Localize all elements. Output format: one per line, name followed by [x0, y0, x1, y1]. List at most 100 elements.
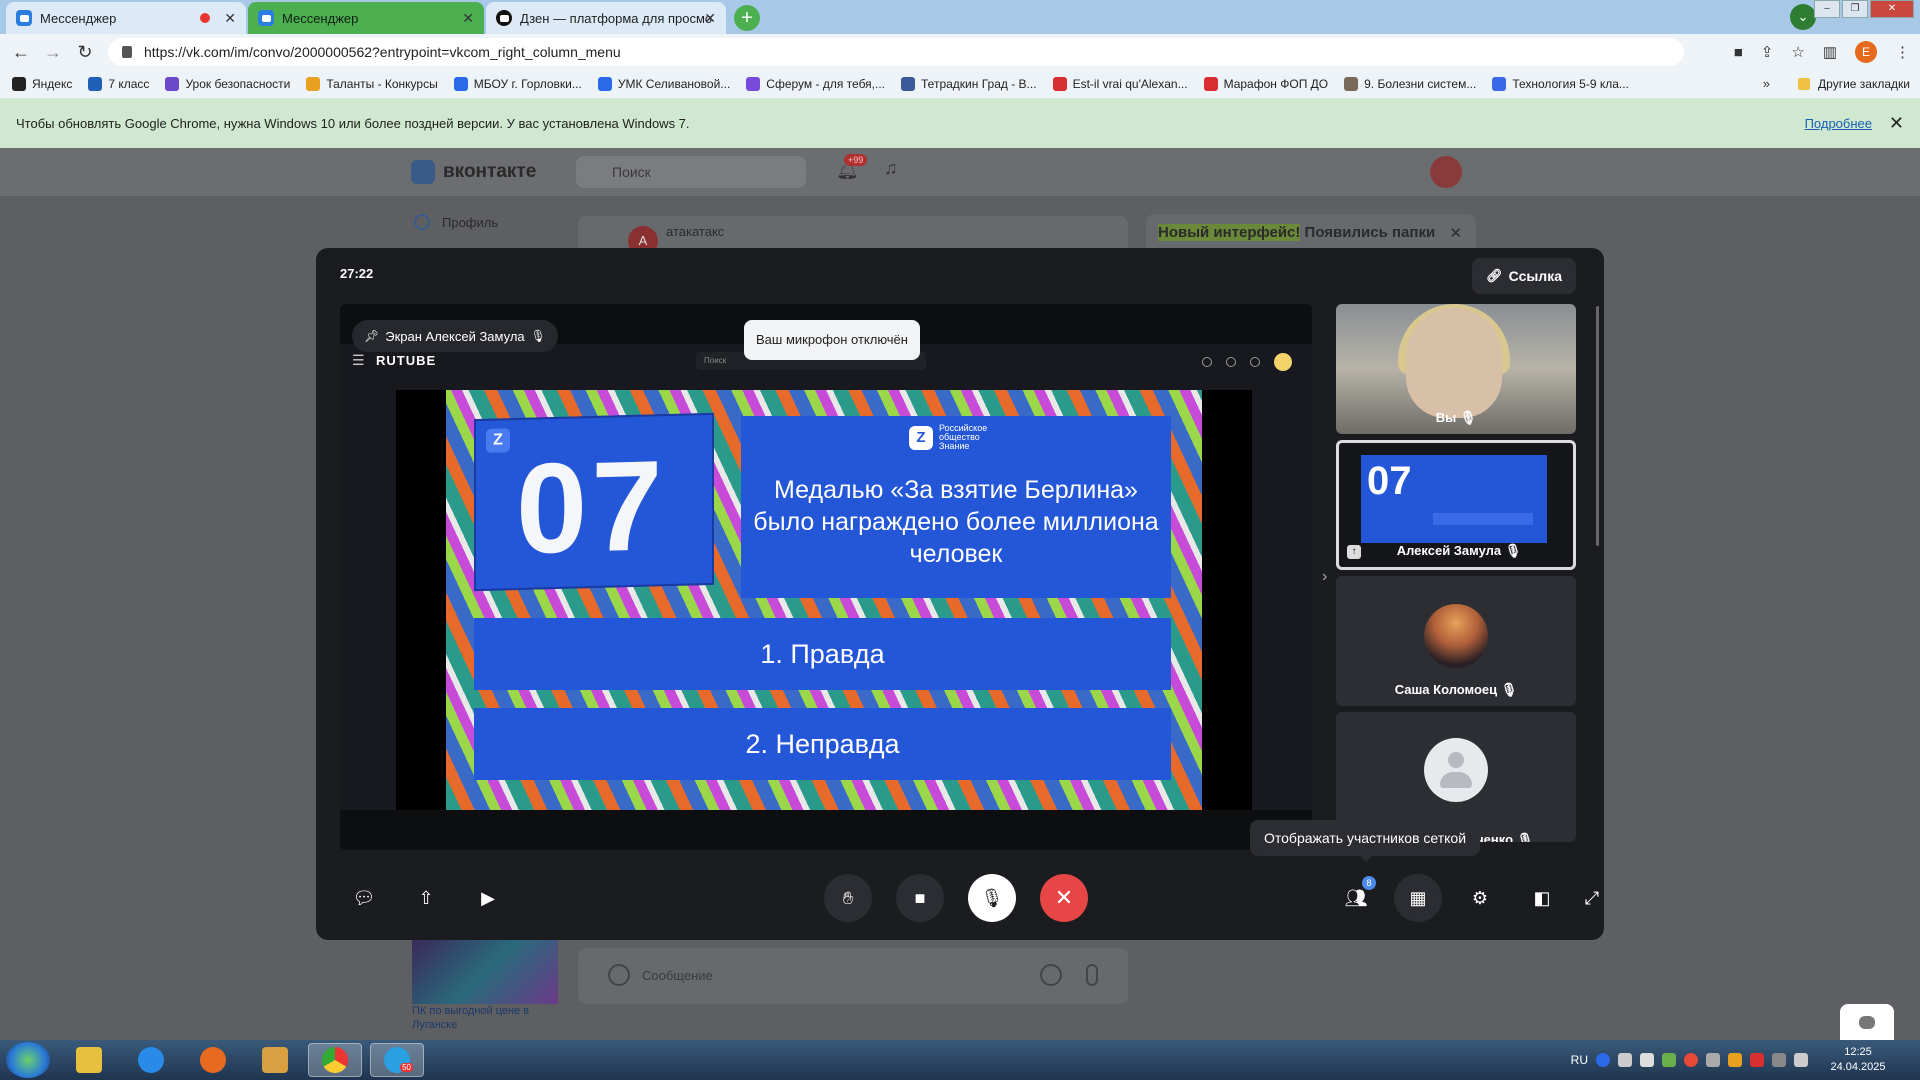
tab-close-icon[interactable]: ✕ [462, 10, 474, 27]
emoji-icon[interactable] [1040, 964, 1062, 986]
chat-bubble-button[interactable] [1840, 1004, 1894, 1044]
sidebar-item-profile[interactable]: Профиль [414, 214, 498, 230]
banner-close-icon[interactable]: ✕ [1449, 224, 1462, 242]
address-bar[interactable]: https://vk.com/im/convo/2000000562?entry… [108, 38, 1684, 66]
recording-indicator-icon [200, 13, 210, 23]
taskbar-firefox[interactable] [186, 1043, 240, 1077]
flag-icon[interactable] [1750, 1053, 1764, 1067]
bookmark-item[interactable]: Сферум - для тебя,... [746, 77, 885, 91]
forward-button[interactable]: → [42, 41, 64, 63]
chat-title[interactable]: атакатакс [666, 224, 724, 239]
bookmark-favicon-icon [453, 77, 468, 91]
reload-button[interactable]: ↻ [74, 41, 96, 63]
answer-option-1: 1. Правда [474, 618, 1171, 690]
language-indicator[interactable]: RU [1571, 1053, 1588, 1067]
back-button[interactable]: ← [10, 41, 32, 63]
system-clock[interactable]: 12:25 24.04.2025 [1816, 1045, 1900, 1075]
infobar-text: Чтобы обновлять Google Chrome, нужна Win… [16, 115, 690, 131]
screen-share-stage[interactable]: ☰ RUTUBE Поиск Z 07 Z Российское обществ… [340, 304, 1312, 850]
hamburger-menu-icon: ☰ [352, 352, 365, 368]
tab-search-button[interactable]: ⌄ [1790, 4, 1816, 30]
collapse-sidebar-chevron-icon[interactable]: › [1322, 568, 1327, 586]
music-icon[interactable]: ♫ [884, 158, 898, 179]
settings-gear-icon[interactable]: ⚙ [1456, 874, 1504, 922]
bookmark-item[interactable]: Урок безопасности [165, 77, 290, 91]
network-icon[interactable] [1618, 1053, 1632, 1067]
ad-image[interactable] [412, 940, 558, 1004]
taskbar-telegram[interactable]: 50 [370, 1043, 424, 1077]
participants-scrollbar[interactable] [1596, 306, 1599, 546]
other-bookmarks-folder[interactable]: Другие закладки [1798, 70, 1910, 98]
participant-tile-self[interactable]: Вы 🎙︎ [1336, 304, 1576, 434]
taskbar-ie[interactable] [124, 1043, 178, 1077]
vk-search-input[interactable]: Поиск [576, 156, 806, 188]
browser-tab-messenger-1[interactable]: Мессенджер ✕ [6, 2, 246, 34]
chat-button[interactable]: 💬︎ [340, 874, 388, 922]
microphone-muted-button[interactable]: 🎙︎ [968, 874, 1016, 922]
new-tab-button[interactable]: + [734, 5, 760, 31]
minimize-call-button[interactable]: ◧ [1518, 874, 1566, 922]
media-player-icon [262, 1047, 288, 1073]
bookmark-favicon-icon [1203, 77, 1218, 91]
speaker-icon[interactable] [1794, 1053, 1808, 1067]
bookmark-item[interactable]: 9. Болезни систем... [1344, 77, 1476, 91]
fullscreen-button[interactable]: ⤢ [1580, 874, 1604, 922]
raise-hand-button[interactable]: ✋︎ [824, 874, 872, 922]
volume-icon[interactable] [1640, 1053, 1654, 1067]
camera-button[interactable]: ■ [896, 874, 944, 922]
bookmark-label: Таланты - Конкурсы [326, 77, 438, 91]
taskbar-explorer[interactable] [62, 1043, 116, 1077]
bookmark-item[interactable]: Марафон ФОП ДО [1203, 77, 1328, 91]
vk-user-avatar[interactable] [1430, 156, 1462, 188]
infobar-close-icon[interactable]: ✕ [1889, 113, 1904, 134]
taskbar-media-player[interactable] [248, 1043, 302, 1077]
tab-close-icon[interactable]: ✕ [704, 10, 716, 27]
maximize-button[interactable]: ❐ [1842, 0, 1868, 18]
close-window-button[interactable]: ✕ [1870, 0, 1914, 18]
share-icon[interactable]: ⇪ [1761, 43, 1774, 61]
bookmark-item[interactable]: Таланты - Конкурсы [306, 77, 438, 91]
profile-avatar[interactable]: E [1855, 41, 1877, 63]
display-icon[interactable] [1772, 1053, 1786, 1067]
bookmark-item[interactable]: УМК Селивановой... [597, 77, 730, 91]
ad-text[interactable]: ПК по выгодной цене в Луганске [412, 1004, 562, 1032]
bookmarks-overflow-button[interactable]: » [1763, 76, 1770, 91]
chrome-tray-icon[interactable] [1684, 1053, 1698, 1067]
grid-view-button[interactable]: ▦ [1394, 874, 1442, 922]
browser-tab-dzen[interactable]: Дзен — платформа для просмо ✕ [486, 2, 726, 34]
voice-message-icon[interactable] [1086, 964, 1098, 986]
camera-in-use-icon[interactable]: ■ [1734, 44, 1743, 61]
screen-share-label[interactable]: 📌︎ Экран Алексей Замула 🎙︎ [352, 320, 558, 352]
help-icon[interactable] [1596, 1053, 1610, 1067]
tray-app-icon[interactable] [1706, 1053, 1720, 1067]
minimize-button[interactable]: – [1814, 0, 1840, 18]
infobar-more-link[interactable]: Подробнее [1805, 116, 1872, 131]
participant-tile[interactable]: Саша Коломоец 🎙︎ [1336, 576, 1576, 706]
message-input[interactable]: Сообщение [642, 968, 713, 983]
nvidia-icon[interactable] [1662, 1053, 1676, 1067]
notification-badge: +99 [844, 154, 868, 166]
antivirus-icon[interactable] [1728, 1053, 1742, 1067]
bookmark-star-icon[interactable]: ☆ [1791, 43, 1804, 61]
vk-logo[interactable]: вконтакте [411, 160, 536, 184]
attach-icon[interactable] [608, 964, 630, 986]
bookmark-item[interactable]: Тетрадкин Град - В... [901, 77, 1037, 91]
bookmark-item[interactable]: Est-il vrai qu'Alexan... [1052, 77, 1188, 91]
side-panel-icon[interactable]: ▥ [1823, 43, 1837, 61]
hang-up-button[interactable]: ✕ [1040, 874, 1088, 922]
chrome-menu-icon[interactable]: ⋮ [1895, 43, 1910, 61]
bookmark-item[interactable]: МБОУ г. Горловки... [453, 77, 582, 91]
share-screen-button[interactable]: ⇧ [402, 874, 450, 922]
bookmark-item[interactable]: Яндекс [12, 77, 72, 91]
tab-close-icon[interactable]: ✕ [224, 10, 236, 27]
firefox-icon [200, 1047, 226, 1073]
bookmark-item[interactable]: Технология 5-9 кла... [1492, 77, 1629, 91]
taskbar-chrome[interactable] [308, 1043, 362, 1077]
copy-link-button[interactable]: 🔗︎ Ссылка [1472, 258, 1576, 294]
participant-tile-screen-share[interactable]: 07 ↑ Алексей Замула 🎙︎ [1336, 440, 1576, 570]
participants-button[interactable]: 👥︎ 8 [1332, 874, 1380, 922]
watch-together-button[interactable]: ▶ [464, 874, 512, 922]
bookmark-item[interactable]: 7 класс [88, 77, 149, 91]
start-button[interactable] [6, 1042, 50, 1078]
browser-tab-messenger-2[interactable]: Мессенджер ✕ [248, 2, 484, 34]
